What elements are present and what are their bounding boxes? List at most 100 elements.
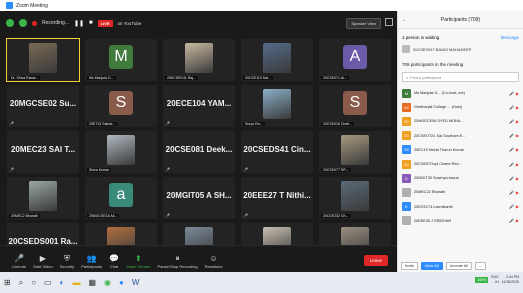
video-off-icon[interactable]: ▶ bbox=[516, 176, 519, 181]
shield-icon[interactable] bbox=[19, 19, 27, 27]
participant-row[interactable]: 20MEC22 Bharath 🎤 ▶ bbox=[398, 185, 523, 199]
video-tile[interactable]: a 20MGCSE18 Ak... bbox=[85, 177, 157, 219]
stop-recording-icon[interactable]: ■ bbox=[89, 20, 93, 26]
video-off-icon[interactable]: ▶ bbox=[516, 91, 519, 96]
video-off-icon[interactable]: ▶ bbox=[516, 133, 519, 138]
video-off-icon[interactable]: ▶ bbox=[516, 162, 519, 167]
muted-mic-icon[interactable]: 🎤 bbox=[509, 133, 514, 138]
video-off-icon[interactable]: ▶ bbox=[516, 105, 519, 110]
security-button[interactable]: ⛨ Security bbox=[60, 254, 74, 269]
leave-button[interactable]: Leave bbox=[363, 255, 388, 266]
video-tile[interactable]: 20CSE077 SR... bbox=[319, 131, 391, 173]
reactions-button[interactable]: ☺ Reactions bbox=[205, 254, 223, 269]
chat-button[interactable]: 💬 Chat bbox=[109, 254, 119, 269]
video-tile[interactable]: 20CSE081 Deek... 🎤 bbox=[163, 131, 235, 173]
video-tile[interactable]: Shiva Kumar bbox=[85, 131, 157, 173]
muted-mic-icon[interactable]: 🎤 bbox=[509, 204, 514, 209]
speaker-view-button[interactable]: Speaker View bbox=[346, 18, 381, 29]
store-icon[interactable]: ▦ bbox=[88, 278, 96, 287]
video-tile[interactable]: M Ms Manjula G... bbox=[85, 39, 157, 81]
fullscreen-icon[interactable] bbox=[385, 18, 393, 26]
video-off-icon[interactable]: ▶ bbox=[516, 119, 519, 124]
participant-name: 20MGIT30 Sowmya kavuri bbox=[414, 176, 459, 181]
video-off-icon[interactable]: ▶ bbox=[516, 204, 519, 209]
info-icon[interactable] bbox=[6, 19, 14, 27]
participant-label: 20ECSED41 Raj... bbox=[165, 76, 198, 80]
participant-row[interactable]: K 20MGIT30 Sowmya kavuri 🎤 ▶ bbox=[398, 171, 523, 185]
muted-mic-icon[interactable]: 🎤 bbox=[509, 147, 514, 152]
video-tile[interactable]: 20CSE232 Gh... bbox=[319, 177, 391, 219]
participant-row[interactable]: GC Geetharjali College ... (Host) 🎤 ▶ bbox=[398, 100, 523, 114]
mic-icon: 🎤 bbox=[14, 254, 24, 263]
video-tile[interactable]: Surya Ra... bbox=[241, 85, 313, 127]
unmute-button[interactable]: 🎤 Unmute bbox=[12, 254, 26, 269]
folder-icon[interactable]: ▬ bbox=[72, 278, 80, 287]
muted-mic-icon[interactable]: 🎤 bbox=[509, 190, 514, 195]
pause-recording-icon[interactable]: ❚❚ bbox=[74, 20, 84, 27]
pause-stop-recording-button[interactable]: ⏸ Pause/Stop Recording bbox=[158, 254, 198, 269]
video-tile[interactable]: S 20ET13 Sakrat... bbox=[85, 85, 157, 127]
participant-row[interactable]: M Ms Manjula G... (Co-host, me) 🎤 ▶ bbox=[398, 86, 523, 100]
windows-start-icon[interactable]: ⊞ bbox=[4, 278, 11, 287]
find-participant-input[interactable]: ⌕ Find a participant bbox=[402, 72, 519, 82]
video-tile[interactable]: 20MGCSE02 Su... 🎤 bbox=[7, 85, 79, 127]
live-badge[interactable]: LIVE bbox=[97, 19, 113, 27]
meeting-area: Recording... ❚❚ ■ LIVE on YouTube Speake… bbox=[0, 11, 397, 272]
start-video-button[interactable]: ▶ Start Video bbox=[33, 254, 53, 269]
invite-button[interactable]: Invite bbox=[401, 262, 419, 270]
share-screen-button[interactable]: ⬆ Share Screen bbox=[126, 254, 150, 269]
muted-mic-icon[interactable]: 🎤 bbox=[509, 91, 514, 96]
video-off-icon[interactable]: ▶ bbox=[516, 190, 519, 195]
video-off-icon[interactable]: ▶ bbox=[516, 147, 519, 152]
participant-label: 20CSE119 Sat... bbox=[243, 76, 273, 80]
shield-icon: ⛨ bbox=[63, 254, 70, 263]
video-tile[interactable]: 20MEC2 Bharath bbox=[7, 177, 79, 219]
waiting-text: 1 person is waiting bbox=[402, 35, 440, 40]
mute-all-button[interactable]: Mute All bbox=[421, 262, 443, 270]
stream-target[interactable]: on YouTube bbox=[118, 21, 142, 26]
video-tile[interactable]: A 20CSE071 Ar... bbox=[319, 39, 391, 81]
video-off-icon[interactable]: ▶ bbox=[516, 218, 519, 223]
muted-mic-icon[interactable]: 🎤 bbox=[509, 176, 514, 181]
battery-indicator[interactable]: 100% bbox=[475, 276, 489, 283]
video-tile[interactable]: 20MEC23 SAI T... 🎤 bbox=[7, 131, 79, 173]
task-view-icon[interactable]: ▭ bbox=[44, 278, 52, 287]
participant-row[interactable]: K 20ECE274 Laxmikanth 🎤 ▶ bbox=[398, 200, 523, 214]
chevron-down-icon[interactable]: ⌄ bbox=[402, 17, 406, 23]
language-indicator[interactable]: ENG IN bbox=[491, 275, 499, 284]
participant-row[interactable]: 20 20CSE57Gopi Chand Red... 🎤 ▶ bbox=[398, 157, 523, 171]
participant-label: 20CSE016 Chall... bbox=[321, 122, 354, 126]
muted-mic-icon[interactable]: 🎤 bbox=[509, 119, 514, 124]
participant-row[interactable]: 20 20EC19 Neela Tharun Kumar 🎤 ▶ bbox=[398, 143, 523, 157]
participants-button[interactable]: 👥 Participants bbox=[81, 254, 102, 269]
video-tile[interactable]: Dr. Shiva Rama... bbox=[6, 38, 80, 82]
video-tile[interactable]: 20MGIT05 A SH... 🎤 bbox=[163, 177, 235, 219]
clock[interactable]: 2:44 PM 11/28/2020 bbox=[502, 275, 519, 284]
search-icon[interactable]: ⌕ bbox=[19, 278, 23, 288]
video-tile[interactable]: S 20CSE016 Chall... bbox=[319, 85, 391, 127]
unmute-all-button[interactable]: Unmute All bbox=[445, 262, 472, 270]
toolbar-label: Pause/Stop Recording bbox=[157, 264, 198, 269]
muted-mic-icon[interactable]: 🎤 bbox=[509, 218, 514, 223]
participant-row[interactable]: 20 20MGECE06 SYED MOHA... 🎤 ▶ bbox=[398, 114, 523, 128]
video-tile[interactable]: 20CSE119 Sat... bbox=[241, 39, 313, 81]
meeting-toolbar: 🎤 Unmute ▶ Start Video ⛨ Security 👥 Participant… bbox=[0, 245, 397, 272]
chrome-icon[interactable]: ◉ bbox=[104, 278, 111, 287]
edge-icon[interactable]: ◐ bbox=[60, 278, 65, 287]
participant-row[interactable]: 20EEE26 J SRIDHAR 🎤 ▶ bbox=[398, 214, 523, 228]
more-button[interactable]: ... bbox=[474, 262, 487, 270]
cortana-icon[interactable]: ○ bbox=[31, 278, 36, 287]
video-tile[interactable]: 20EEE27 T Nithi... 🎤 bbox=[241, 177, 313, 219]
window-titlebar: Zoom Meeting bbox=[0, 0, 523, 11]
waiting-participant[interactable]: 20CSE0937 BANDI MAHADEEP bbox=[398, 43, 523, 55]
muted-mic-icon[interactable]: 🎤 bbox=[509, 105, 514, 110]
message-button[interactable]: Message bbox=[501, 35, 519, 40]
muted-mic-icon[interactable]: 🎤 bbox=[509, 162, 514, 167]
participant-label: 20MEC2 Bharath bbox=[9, 214, 40, 218]
video-tile[interactable]: 20CSEDS41 Cin... 🎤 bbox=[241, 131, 313, 173]
word-icon[interactable]: W bbox=[132, 278, 140, 287]
participant-row[interactable]: 20 20CSEOT21 Sai Goutham E... 🎤 ▶ bbox=[398, 129, 523, 143]
video-tile[interactable]: 20ECE104 YAM... 🎤 bbox=[163, 85, 235, 127]
zoom-app-icon[interactable]: ● bbox=[119, 278, 124, 287]
video-tile[interactable]: 20ECSED41 Raj... bbox=[163, 39, 235, 81]
